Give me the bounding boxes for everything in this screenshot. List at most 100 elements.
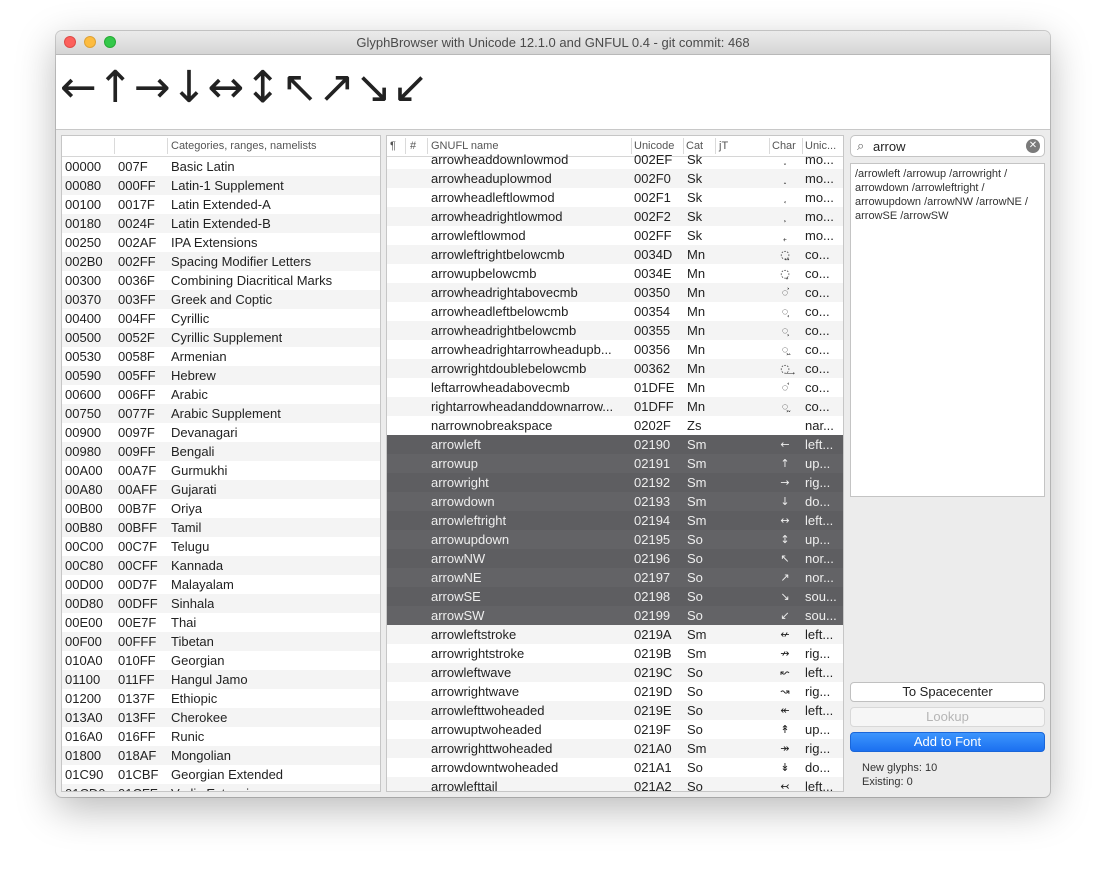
range-row[interactable]: 00000 007F Basic Latin [62, 157, 380, 176]
search-input[interactable] [873, 138, 1013, 154]
glyph-row[interactable]: arrowheadleftlowmod 002F1 Sk ˱ mo... [387, 188, 843, 207]
range-row[interactable]: 00100 0017F Latin Extended-A [62, 195, 380, 214]
range-row[interactable]: 00C00 00C7F Telugu [62, 537, 380, 556]
glyph-name-list[interactable]: /arrowleft /arrowup /arrowright / arrowd… [850, 163, 1045, 497]
glyph-row[interactable]: arrowleftwave 0219C So ↜ left... [387, 663, 843, 682]
glyph-category: So [687, 532, 703, 547]
glyph-row[interactable]: arrowheaddownlowmod 002EF Sk ˯ mo... [387, 150, 843, 169]
range-row[interactable]: 00B00 00B7F Oriya [62, 499, 380, 518]
glyph-row[interactable]: arrowuptwoheaded 0219F So ↟ up... [387, 720, 843, 739]
range-start: 00180 [65, 216, 102, 231]
add-to-font-button[interactable]: Add to Font [850, 732, 1045, 752]
glyph-name: arrowuptwoheaded [431, 722, 542, 737]
range-row[interactable]: 00600 006FF Arabic [62, 385, 380, 404]
range-row[interactable]: 00A80 00AFF Gujarati [62, 480, 380, 499]
glyph-table[interactable]: ¶ # GNUFL name Unicode Cat jT Char Unic.… [386, 135, 844, 792]
range-row[interactable]: 00530 0058F Armenian [62, 347, 380, 366]
range-row[interactable]: 00370 003FF Greek and Coptic [62, 290, 380, 309]
glyph-row[interactable]: arrowheadrightabovecmb 00350 Mn ◌͐ co... [387, 283, 843, 302]
glyph-row[interactable]: arrowNW 02196 So ↖ nor... [387, 549, 843, 568]
glyph-row[interactable]: leftarrowheadabovecmb 01DFE Mn ◌᷾ co... [387, 378, 843, 397]
range-row[interactable]: 010A0 010FF Georgian [62, 651, 380, 670]
range-end: 00C7F [118, 539, 158, 554]
range-start: 00100 [65, 197, 102, 212]
range-row[interactable]: 00750 0077F Arabic Supplement [62, 404, 380, 423]
glyph-name: narrownobreakspace [431, 418, 553, 433]
ranges-col-categories[interactable]: Categories, ranges, namelists [171, 140, 317, 152]
range-row[interactable]: 013A0 013FF Cherokee [62, 708, 380, 727]
glyph-row[interactable]: narrownobreakspace 0202F Zs nar... [387, 416, 843, 435]
glyph-char: ◌͎ [780, 267, 790, 280]
range-row[interactable]: 01CD0 01CFF Vedic Extensions [62, 784, 380, 791]
range-row[interactable]: 00980 009FF Bengali [62, 442, 380, 461]
glyph-name: arrowrighttwoheaded [431, 741, 553, 756]
glyph-category: Mn [687, 380, 706, 395]
glyph-row[interactable]: arrowrighttwoheaded 021A0 Sm ↠ rig... [387, 739, 843, 758]
range-row[interactable]: 00D00 00D7F Malayalam [62, 575, 380, 594]
glyph-row[interactable]: arrowright 02192 Sm → rig... [387, 473, 843, 492]
glyph-row[interactable]: arrowdowntwoheaded 021A1 So ↡ do... [387, 758, 843, 777]
glyph-unicode-name: left... [805, 779, 834, 792]
range-row[interactable]: 016A0 016FF Runic [62, 727, 380, 746]
glyph-char: ↠ [780, 742, 790, 755]
glyph-row[interactable]: arrowSW 02199 So ↙ sou... [387, 606, 843, 625]
range-row[interactable]: 00B80 00BFF Tamil [62, 518, 380, 537]
lookup-button[interactable]: Lookup [850, 707, 1045, 727]
glyph-row[interactable]: arrowheadleftbelowcmb 00354 Mn ◌͔ co... [387, 302, 843, 321]
range-row[interactable]: 00500 0052F Cyrillic Supplement [62, 328, 380, 347]
glyph-row[interactable]: arrowNE 02197 So ↗ nor... [387, 568, 843, 587]
glyph-row[interactable]: arrowlefttail 021A2 So ↢ left... [387, 777, 843, 792]
range-row[interactable]: 01200 0137F Ethiopic [62, 689, 380, 708]
glyph-row[interactable]: arrowheaduplowmod 002F0 Sk ˰ mo... [387, 169, 843, 188]
range-row[interactable]: 00250 002AF IPA Extensions [62, 233, 380, 252]
range-row[interactable]: 00300 0036F Combining Diacritical Marks [62, 271, 380, 290]
glyph-unicode: 02195 [634, 532, 671, 547]
search-field[interactable]: ⌕ ✕ [850, 135, 1045, 157]
range-row[interactable]: 00080 000FF Latin-1 Supplement [62, 176, 380, 195]
range-row[interactable]: 002B0 002FF Spacing Modifier Letters [62, 252, 380, 271]
range-row[interactable]: 00A00 00A7F Gurmukhi [62, 461, 380, 480]
glyph-row[interactable]: arrowleftstroke 0219A Sm ↚ left... [387, 625, 843, 644]
glyph-row[interactable]: arrowheadrightarrowheadupb... 00356 Mn ◌͖ co… [387, 340, 843, 359]
clear-search-icon[interactable]: ✕ [1026, 139, 1040, 153]
glyph-row[interactable]: arrowupbelowcmb 0034E Mn ◌͎ co... [387, 264, 843, 283]
range-row[interactable]: 00400 004FF Cyrillic [62, 309, 380, 328]
glyph-row[interactable]: arrowlefttwoheaded 0219E So ↞ left... [387, 701, 843, 720]
glyph-unicode-name: co... [805, 266, 830, 281]
range-row[interactable]: 00180 0024F Latin Extended-B [62, 214, 380, 233]
glyph-row[interactable]: arrowupdown 02195 So ↕ up... [387, 530, 843, 549]
glyph-name: arrowNW [431, 551, 486, 566]
glyph-unicode: 002F2 [634, 209, 671, 224]
glyph-category: Mn [687, 342, 706, 357]
range-row[interactable]: 00D80 00DFF Sinhala [62, 594, 380, 613]
glyph-row[interactable]: arrowleftright 02194 Sm ↔ left... [387, 511, 843, 530]
range-row[interactable]: 00C80 00CFF Kannada [62, 556, 380, 575]
glyph-row[interactable]: arrowleftrightbelowcmb 0034D Mn ◌͍ co... [387, 245, 843, 264]
glyph-row[interactable]: arrowheadrightbelowcmb 00355 Mn ◌͕ co... [387, 321, 843, 340]
glyph-row[interactable]: arrowleftlowmod 002FF Sk ˿ mo... [387, 226, 843, 245]
glyph-row[interactable]: arrowheadrightlowmod 002F2 Sk ˲ mo... [387, 207, 843, 226]
range-row[interactable]: 01C90 01CBF Georgian Extended [62, 765, 380, 784]
ranges-table[interactable]: Categories, ranges, namelists 00000 007F B… [61, 135, 381, 792]
glyph-unicode-name: nor... [805, 551, 834, 566]
glyph-row[interactable]: arrowdown 02193 Sm ↓ do... [387, 492, 843, 511]
glyph-row[interactable]: arrowrightstroke 0219B Sm ↛ rig... [387, 644, 843, 663]
range-row[interactable]: 00590 005FF Hebrew [62, 366, 380, 385]
glyph-row[interactable]: rightarrowheadanddownarrow... 01DFF Mn ◌᷿ co… [387, 397, 843, 416]
glyph-row[interactable]: arrowrightdoublebelowcmb 00362 Mn ◌͢ co... [387, 359, 843, 378]
range-name: Sinhala [171, 596, 215, 611]
glyph-unicode-name: rig... [805, 741, 831, 756]
glyph-row[interactable]: arrowleft 02190 Sm ← left... [387, 435, 843, 454]
glyph-category: Mn [687, 323, 706, 338]
range-end: 0024F [118, 216, 155, 231]
range-row[interactable]: 01800 018AF Mongolian [62, 746, 380, 765]
range-row[interactable]: 01100 011FF Hangul Jamo [62, 670, 380, 689]
glyph-name: arrowheadleftbelowcmb [431, 304, 569, 319]
range-row[interactable]: 00F00 00FFF Tibetan [62, 632, 380, 651]
glyph-row[interactable]: arrowrightwave 0219D So ↝ rig... [387, 682, 843, 701]
range-row[interactable]: 00E00 00E7F Thai [62, 613, 380, 632]
glyph-row[interactable]: arrowup 02191 Sm ↑ up... [387, 454, 843, 473]
range-row[interactable]: 00900 0097F Devanagari [62, 423, 380, 442]
glyph-row[interactable]: arrowSE 02198 So ↘ sou... [387, 587, 843, 606]
to-spacecenter-button[interactable]: To Spacecenter [850, 682, 1045, 702]
